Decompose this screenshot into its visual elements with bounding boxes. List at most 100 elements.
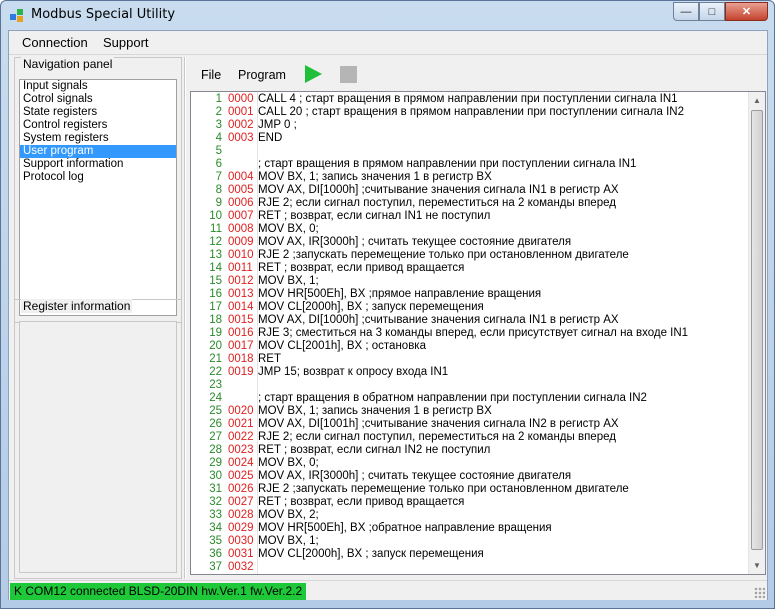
line-number: 12 [209,236,222,248]
code-line[interactable]: 31 0026 RJE 2 ;запускать перемещение тольк… [191,483,746,496]
code-editor[interactable]: 1 0000 CALL 4 ; старт вращения в прямом на… [190,91,766,575]
editor-toolbar: File Program [189,61,765,89]
code-line[interactable]: 15 0012 MOV BX, 1; [191,275,746,288]
close-button[interactable]: ✕ [725,2,768,21]
stop-icon[interactable] [340,66,357,83]
code-line[interactable]: 11 0008 MOV BX, 0; [191,223,746,236]
nav-item-system-registers[interactable]: System registers [20,132,176,145]
nav-item-control-registers[interactable]: Control registers [20,119,176,132]
app-icon [10,9,23,22]
maximize-button[interactable]: □ [699,2,725,21]
code-line[interactable]: 5 [191,145,746,158]
code-line[interactable]: 16 0013 MOV HR[500Eh], BX ;прямое направле… [191,288,746,301]
code-text: MOV AX, DI[1000h] ;считывание значения с… [258,184,619,196]
code-text: CALL 4 ; старт вращения в прямом направл… [258,93,678,105]
code-line[interactable]: 8 0005 MOV AX, DI[1000h] ;считывание значе… [191,184,746,197]
line-number: 2 [215,106,222,118]
nav-item-user-program[interactable]: User program [20,145,176,158]
code-line[interactable]: 2 0001 CALL 20 ; старт вращения в прямом н… [191,106,746,119]
play-icon[interactable] [305,65,322,83]
line-number: 27 [209,431,222,443]
line-number: 1 [215,93,222,105]
instruction-address: 0014 [228,301,254,313]
code-line[interactable]: 35 0030 MOV BX, 1; [191,535,746,548]
code-text: MOV BX, 1; [258,275,319,287]
code-line[interactable]: 14 0011 RET ; возврат, если привод вращает… [191,262,746,275]
navigation-list[interactable]: Input signals Cotrol signals State regis… [19,79,177,316]
code-line[interactable]: 17 0014 MOV CL[2000h], BX ; запуск перемещ… [191,301,746,314]
code-text: MOV BX, 2; [258,509,319,521]
code-line[interactable]: 18 0015 MOV AX, DI[1000h] ;считывание знач… [191,314,746,327]
menu-support[interactable]: Support [103,35,149,50]
code-line[interactable]: 10 0007 RET ; возврат, если сигнал IN1 не … [191,210,746,223]
code-line[interactable]: 7 0004 MOV BX, 1; запись значения 1 в реги… [191,171,746,184]
vertical-scrollbar[interactable]: ▲ ▼ [748,92,765,574]
code-line[interactable]: 23 [191,379,746,392]
code-line[interactable]: 29 0024 MOV BX, 0; [191,457,746,470]
file-menu[interactable]: File [201,68,221,82]
line-number: 4 [215,132,222,144]
scroll-up-icon[interactable]: ▲ [749,92,765,109]
code-line[interactable]: 25 0020 MOV BX, 1; запись значения 1 в рег… [191,405,746,418]
line-number: 18 [209,314,222,326]
line-number: 32 [209,496,222,508]
scroll-down-icon[interactable]: ▼ [749,557,765,574]
nav-item-input-signals[interactable]: Input signals [20,80,176,93]
code-line[interactable]: 19 0016 RJE 3; сместиться на 3 команды впе… [191,327,746,340]
line-number: 16 [209,288,222,300]
code-line[interactable]: 12 0009 MOV AX, IR[3000h] ; считать текуще… [191,236,746,249]
code-line[interactable]: 21 0018 RET [191,353,746,366]
client-area: Connection Support Navigation panel Inpu… [8,30,768,600]
line-number: 14 [209,262,222,274]
nav-item-protocol-log[interactable]: Protocol log [20,171,176,184]
code-line[interactable]: 32 0027 RET ; возврат, если привод вращает… [191,496,746,509]
code-line[interactable]: 24 ; старт вращения в обратном направлени… [191,392,746,405]
line-number: 5 [215,145,222,157]
resize-grip-icon[interactable] [754,587,765,598]
minimize-button[interactable]: — [673,2,699,21]
line-number: 15 [209,275,222,287]
line-number: 30 [209,470,222,482]
line-number: 23 [209,379,222,391]
title-bar[interactable]: Modbus Special Utility — □ ✕ [1,1,774,29]
instruction-address: 0025 [228,470,254,482]
code-text: RET ; возврат, если привод вращается [258,496,465,508]
code-text: MOV BX, 1; запись значения 1 в регистр B… [258,405,492,417]
code-line[interactable]: 30 0025 MOV AX, IR[3000h] ; считать текуще… [191,470,746,483]
code-text: MOV AX, IR[3000h] ; считать текущее сост… [258,236,572,248]
code-line[interactable]: 28 0023 RET ; возврат, если сигнал IN2 не … [191,444,746,457]
code-line[interactable]: 36 0031 MOV CL[2000h], BX ; запуск перемещ… [191,548,746,561]
code-line[interactable]: 37 0032 [191,561,746,574]
program-menu[interactable]: Program [238,68,286,82]
code-line[interactable]: 6 ; старт вращения в прямом направлении п… [191,158,746,171]
code-line[interactable]: 22 0019 JMP 15; возврат к опросу входа IN1 [191,366,746,379]
code-line[interactable]: 27 0022 RJE 2; если сигнал поступил, перем… [191,431,746,444]
register-information-title: Register information [21,299,133,313]
code-line[interactable]: 4 0003 END [191,132,746,145]
code-line[interactable]: 33 0028 MOV BX, 2; [191,509,746,522]
code-text: MOV CL[2000h], BX ; запуск перемещения [258,548,484,560]
line-number: 7 [215,171,222,183]
instruction-address: 0013 [228,288,254,300]
instruction-address: 0028 [228,509,254,521]
code-line[interactable]: 26 0021 MOV AX, DI[1001h] ;считывание знач… [191,418,746,431]
nav-item-state-registers[interactable]: State registers [20,106,176,119]
code-line[interactable]: 1 0000 CALL 4 ; старт вращения в прямом на… [191,93,746,106]
panel-splitter[interactable] [184,57,186,579]
instruction-address: 0019 [228,366,254,378]
code-text: RJE 2 ;запускать перемещение только при … [258,483,629,495]
menu-connection[interactable]: Connection [22,35,88,50]
nav-item-control-signals[interactable]: Cotrol signals [20,93,176,106]
code-line[interactable]: 9 0006 RJE 2; если сигнал поступил, переме… [191,197,746,210]
instruction-address: 0003 [228,132,254,144]
nav-item-support-information[interactable]: Support information [20,158,176,171]
code-text: END [258,132,283,144]
code-line[interactable]: 34 0029 MOV HR[500Eh], BX ;обратное направ… [191,522,746,535]
instruction-address: 0021 [228,418,254,430]
code-text: RJE 2; если сигнал поступил, переместить… [258,431,616,443]
code-line[interactable]: 13 0010 RJE 2 ;запускать перемещение тольк… [191,249,746,262]
line-number: 13 [209,249,222,261]
code-line[interactable]: 3 0002 JMP 0 ; [191,119,746,132]
scroll-thumb[interactable] [751,110,763,550]
code-line[interactable]: 20 0017 MOV CL[2001h], BX ; остановка [191,340,746,353]
